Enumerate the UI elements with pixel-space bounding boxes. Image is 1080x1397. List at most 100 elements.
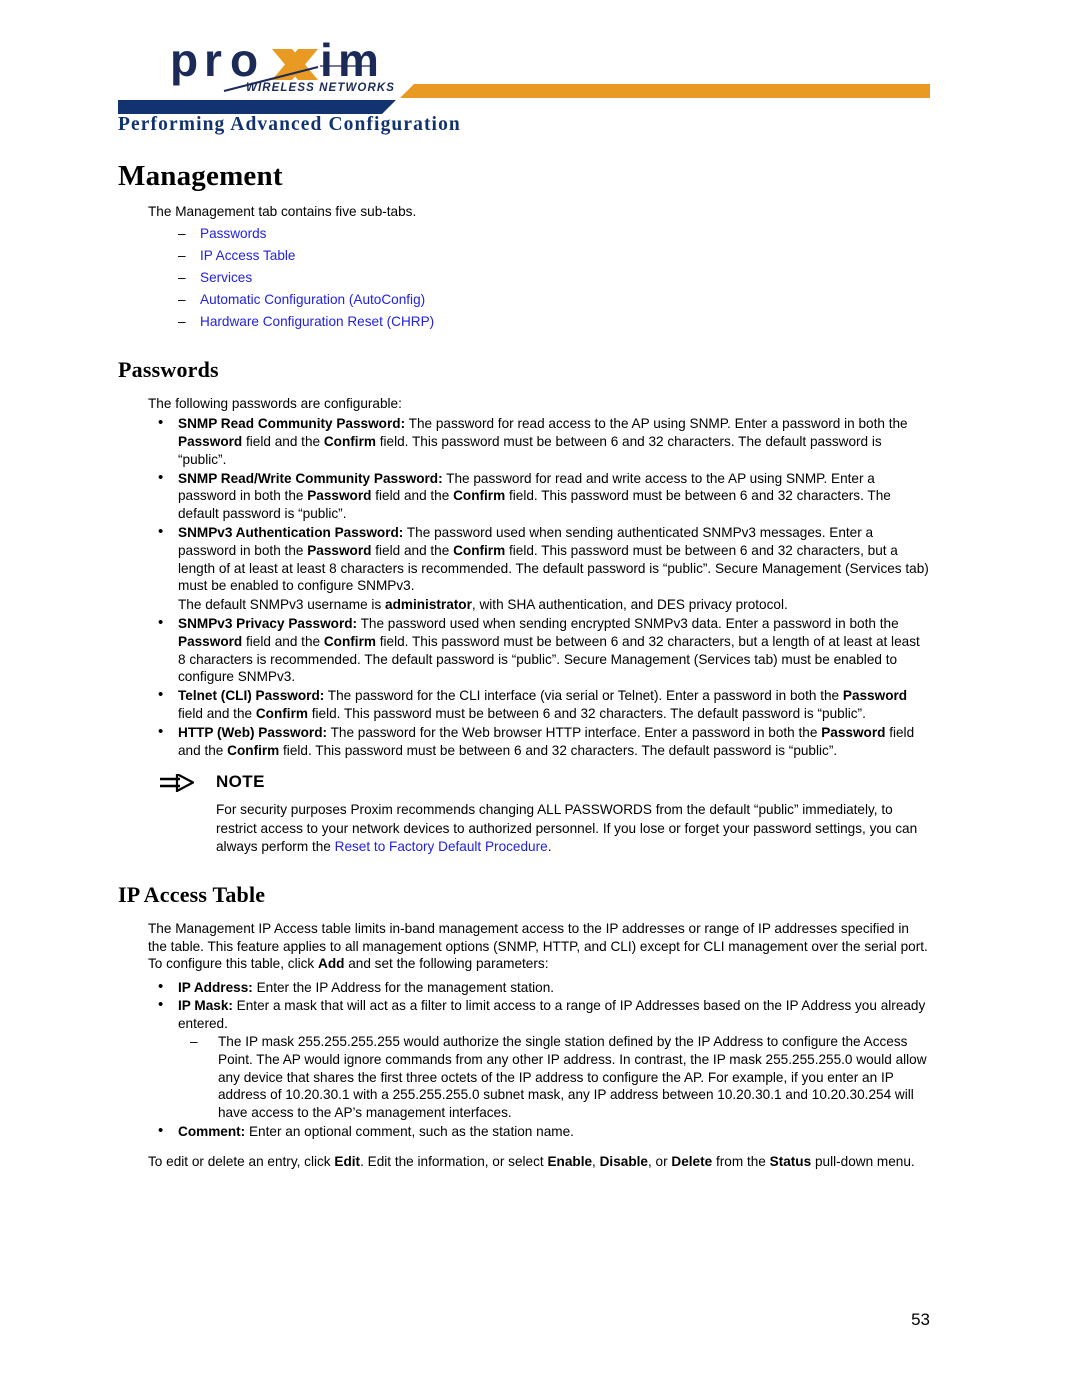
body-text: field and the <box>242 633 324 649</box>
body-text: and set the following parameters: <box>344 956 549 972</box>
list-item: • Comment: Enter an optional comment, su… <box>148 1122 930 1141</box>
inline-bold-password: Password <box>307 488 372 504</box>
document-page: p r o i m WIRELESS NETWORKS Performing A… <box>0 0 1080 1397</box>
bullet-marker: • <box>158 977 164 995</box>
term-comment: Comment: <box>178 1124 246 1140</box>
bullet-marker: • <box>158 414 164 432</box>
subtab-link-passwords[interactable]: Passwords <box>200 226 266 241</box>
note-callout: NOTE For security purposes Proxim recomm… <box>118 772 930 856</box>
bullet-marker: • <box>158 722 164 740</box>
list-item[interactable]: – Services <box>148 269 930 287</box>
term-ip-mask: IP Mask: <box>178 998 233 1014</box>
body-text: . Edit the information, or select <box>360 1153 548 1169</box>
body-text: The IP mask 255.255.255.255 would author… <box>218 1034 927 1121</box>
dash-marker: – <box>178 269 186 285</box>
subtab-link-autoconfig[interactable]: Automatic Configuration (AutoConfig) <box>200 292 425 307</box>
body-text: The password for the CLI interface (via … <box>324 688 843 704</box>
bullet-marker: • <box>158 613 164 631</box>
running-head: Performing Advanced Configuration <box>118 114 461 135</box>
body-text: , or <box>647 1153 672 1169</box>
inline-bold-confirm: Confirm <box>453 542 506 558</box>
page-number: 53 <box>911 1310 930 1329</box>
header-bar-navy <box>118 100 396 114</box>
body-text: . <box>547 838 552 854</box>
subtab-link-chrp[interactable]: Hardware Configuration Reset (CHRP) <box>200 314 434 329</box>
inline-bold-password: Password <box>178 633 243 649</box>
list-item: • HTTP (Web) Password: The password for … <box>148 722 930 760</box>
dash-marker: – <box>178 313 186 329</box>
bullet-marker: • <box>158 522 164 540</box>
bullet-marker: • <box>158 686 164 704</box>
list-item: • SNMP Read Community Password: The pass… <box>148 414 930 468</box>
list-item[interactable]: – IP Access Table <box>148 247 930 265</box>
header-bar-orange <box>400 84 930 98</box>
list-item: • SNMP Read/Write Community Password: Th… <box>148 468 930 523</box>
page-title: Management <box>118 160 283 192</box>
list-item: • IP Mask: Enter a mask that will act as… <box>148 996 930 1122</box>
svg-text:i: i <box>320 36 336 86</box>
body-text: , with SHA authentication, and DES priva… <box>471 597 788 613</box>
inline-bold-edit: Edit <box>334 1153 361 1169</box>
body-text: pull-down menu. <box>811 1153 915 1169</box>
body-text: Enter the IP Address for the management … <box>252 979 555 995</box>
inline-bold-status: Status <box>769 1153 812 1169</box>
subtab-link-services[interactable]: Services <box>200 270 252 285</box>
svg-text:m: m <box>338 36 382 86</box>
inline-bold-confirm: Confirm <box>255 705 308 721</box>
term-telnet-cli: Telnet (CLI) Password: <box>178 688 325 704</box>
list-item: • SNMPv3 Authentication Password: The pa… <box>148 522 930 614</box>
term-snmp-readwrite-community: SNMP Read/Write Community Password: <box>178 470 443 486</box>
body-text: field. This password must be between 6 a… <box>279 742 838 758</box>
inline-bold-confirm: Confirm <box>323 633 376 649</box>
ip-access-bullet-list: • IP Address: Enter the IP Address for t… <box>118 977 930 1141</box>
inline-bold-password: Password <box>178 433 243 449</box>
body-text: field and the <box>371 488 454 504</box>
inline-bold-enable: Enable <box>547 1153 593 1169</box>
inline-bold-add: Add <box>318 956 345 972</box>
subtab-link-ip-access-table[interactable]: IP Access Table <box>200 248 295 263</box>
link-reset-to-factory-default[interactable]: Reset to Factory Default Procedure <box>335 839 548 854</box>
chapter-intro: The Management tab contains five sub-tab… <box>148 204 417 219</box>
body-text: The password for the Web browser HTTP in… <box>327 724 822 740</box>
body-text: field and the <box>242 433 324 449</box>
term-http-web: HTTP (Web) Password: <box>178 724 328 740</box>
term-ip-address: IP Address: <box>178 979 253 995</box>
ip-access-intro: The Management IP Access table limits in… <box>118 920 930 973</box>
bullet-marker: • <box>158 1122 164 1140</box>
bullet-marker: • <box>158 996 164 1014</box>
inline-bold-confirm: Confirm <box>323 433 376 449</box>
svg-text:p: p <box>170 36 201 86</box>
arrow-right-icon <box>160 772 196 794</box>
term-snmpv3-privacy: SNMPv3 Privacy Password: <box>178 615 358 631</box>
inline-bold-password: Password <box>821 724 886 740</box>
list-item[interactable]: – Hardware Configuration Reset (CHRP) <box>148 313 930 331</box>
passwords-intro: The following passwords are configurable… <box>148 395 402 411</box>
body-text: field and the <box>178 705 256 721</box>
dash-marker: – <box>178 247 186 263</box>
list-item: – The IP mask 255.255.255.255 would auth… <box>178 1033 930 1122</box>
inline-bold-disable: Disable <box>599 1153 648 1169</box>
body-text: Enter an optional comment, such as the s… <box>245 1124 574 1140</box>
list-item: • IP Address: Enter the IP Address for t… <box>148 977 930 997</box>
term-snmp-read-community: SNMP Read Community Password: <box>178 416 406 432</box>
body-text: For security purposes Proxim recommends … <box>216 802 918 854</box>
passwords-bullet-list: • SNMP Read Community Password: The pass… <box>118 414 930 760</box>
inline-bold-confirm: Confirm <box>453 488 506 504</box>
svg-text:o: o <box>230 36 261 86</box>
body-text: The default SNMPv3 username is <box>178 597 386 613</box>
body-text: field and the <box>371 542 454 558</box>
bullet-marker: • <box>158 468 164 486</box>
subtab-link-list: – Passwords – IP Access Table – Services… <box>118 225 930 331</box>
body-text: To edit or delete an entry, click <box>148 1153 335 1169</box>
section-heading-passwords: Passwords <box>118 356 219 382</box>
arrow-right-icon-svg <box>160 772 196 794</box>
dash-marker: – <box>178 225 186 241</box>
body-text: , <box>592 1153 600 1169</box>
inline-bold-password: Password <box>307 542 372 558</box>
dash-marker: – <box>178 291 186 307</box>
list-item[interactable]: – Automatic Configuration (AutoConfig) <box>148 291 930 309</box>
list-item[interactable]: – Passwords <box>148 225 930 243</box>
svg-text:r: r <box>204 36 225 86</box>
body-text: The password used when sending encrypted… <box>357 615 899 631</box>
inline-bold-delete: Delete <box>671 1153 713 1169</box>
